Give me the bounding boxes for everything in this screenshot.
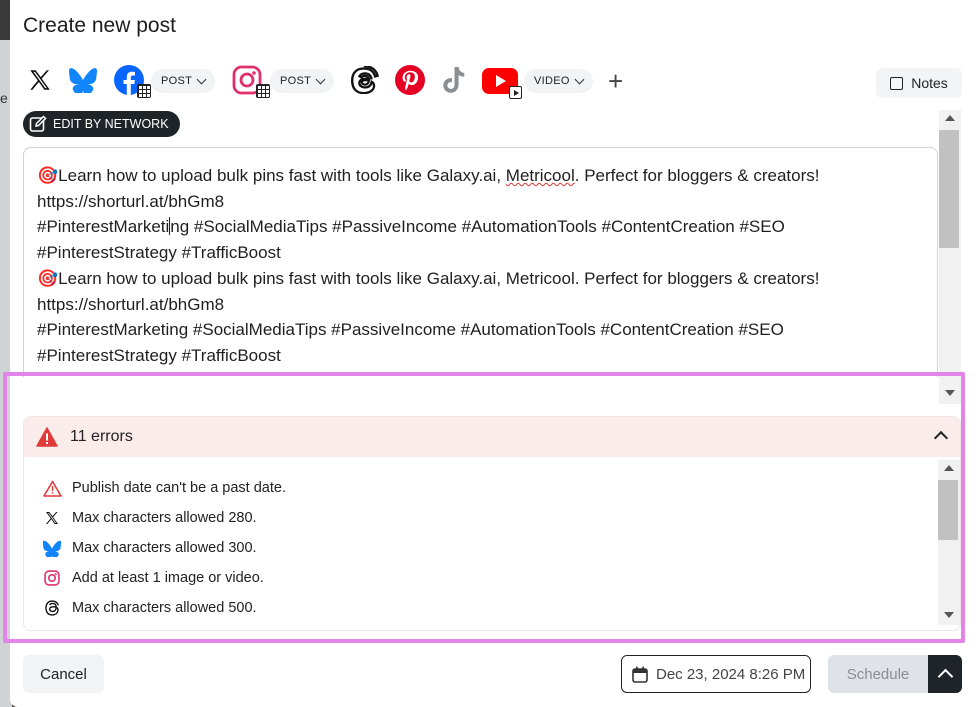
facebook-post-type-label: POST bbox=[161, 75, 193, 87]
editor-scrollbar[interactable] bbox=[939, 110, 961, 404]
facebook-icon[interactable] bbox=[113, 64, 151, 98]
editor-text-segment: . Perfect for bloggers & creators! bbox=[574, 166, 820, 185]
grid-badge-icon bbox=[137, 84, 151, 98]
editor-text-segment: #PinterestMarketi bbox=[37, 217, 170, 237]
editor-line: #PinterestStrategy #TrafficBoost bbox=[37, 345, 281, 365]
post-text-editor[interactable]: 🎯Learn how to upload bulk pins fast with… bbox=[23, 147, 938, 377]
instagram-post-type-label: POST bbox=[280, 75, 312, 87]
editor-text-segment: ng #SocialMediaTips #PassiveIncome #Auto… bbox=[170, 217, 785, 237]
youtube-post-type-select[interactable]: VIDEO bbox=[524, 69, 593, 93]
chevron-up-icon bbox=[937, 668, 953, 685]
scrollbar-thumb[interactable] bbox=[939, 130, 959, 248]
chevron-down-icon bbox=[315, 74, 326, 84]
cancel-button[interactable]: Cancel bbox=[23, 655, 104, 693]
x-twitter-icon[interactable] bbox=[26, 66, 54, 94]
calendar-icon bbox=[632, 666, 648, 683]
video-badge-icon bbox=[509, 86, 522, 99]
editor-line: 🎯Learn how to upload bulk pins fast with… bbox=[37, 266, 925, 292]
target-emoji-icon: 🎯 bbox=[37, 166, 59, 185]
editor-line: #PinterestMarketing #SocialMediaTips #Pa… bbox=[37, 214, 925, 240]
schedule-date-picker[interactable]: Dec 23, 2024 8:26 PM bbox=[621, 655, 811, 693]
scroll-up-icon[interactable] bbox=[945, 115, 955, 121]
edit-by-network-button[interactable]: EDIT BY NETWORK bbox=[23, 111, 180, 137]
errors-highlight-box bbox=[3, 372, 965, 643]
editor-line: https://shorturl.at/bhGm8 bbox=[37, 191, 225, 211]
editor-line: https://shorturl.at/bhGm8 bbox=[37, 294, 225, 314]
schedule-button[interactable]: Schedule bbox=[828, 655, 928, 693]
editor-text-segment: Learn how to upload bulk pins fast with … bbox=[58, 268, 820, 288]
youtube-icon[interactable] bbox=[480, 64, 522, 99]
facebook-post-type-select[interactable]: POST bbox=[151, 69, 216, 93]
target-emoji-icon: 🎯 bbox=[37, 268, 59, 288]
instagram-icon[interactable] bbox=[231, 64, 270, 98]
threads-icon[interactable] bbox=[350, 65, 380, 95]
youtube-post-type-label: VIDEO bbox=[534, 75, 570, 87]
edit-by-network-label: EDIT BY NETWORK bbox=[53, 117, 169, 131]
editor-line: #PinterestMarketing #SocialMediaTips #Pa… bbox=[37, 320, 784, 340]
add-network-button[interactable]: + bbox=[608, 68, 623, 94]
schedule-options-button[interactable] bbox=[928, 655, 962, 693]
editor-text-segment: Learn how to upload bulk pins fast with … bbox=[58, 166, 506, 185]
chevron-down-icon bbox=[196, 74, 207, 84]
editor-line: #PinterestStrategy #TrafficBoost bbox=[37, 243, 281, 263]
background-text: e bbox=[0, 90, 8, 106]
modal-title: Create new post bbox=[23, 14, 176, 37]
pinterest-icon[interactable] bbox=[394, 64, 426, 96]
notes-button[interactable]: Notes bbox=[876, 68, 962, 98]
notes-label: Notes bbox=[911, 75, 948, 91]
instagram-post-type-select[interactable]: POST bbox=[270, 69, 335, 93]
misspelled-word: Metricool bbox=[505, 166, 575, 185]
editor-line: 🎯Learn how to upload bulk pins fast with… bbox=[37, 163, 925, 189]
note-icon bbox=[890, 76, 904, 90]
grid-badge-icon bbox=[256, 84, 270, 98]
schedule-date-label: Dec 23, 2024 8:26 PM bbox=[656, 665, 806, 683]
bluesky-icon[interactable] bbox=[68, 66, 98, 94]
chevron-down-icon bbox=[574, 74, 585, 84]
tiktok-icon[interactable] bbox=[439, 64, 469, 96]
edit-icon bbox=[29, 115, 47, 132]
